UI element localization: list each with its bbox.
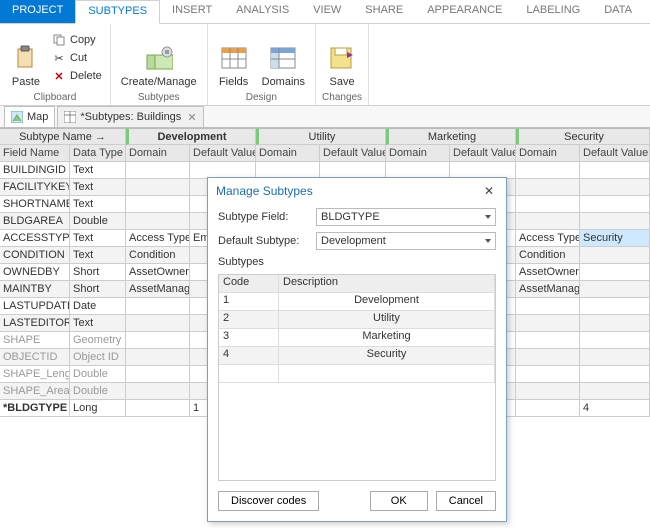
fields-icon <box>220 44 248 72</box>
col-domain-3[interactable]: Domain <box>516 145 580 162</box>
ok-button[interactable]: OK <box>370 491 428 511</box>
tab-analysis[interactable]: ANALYSIS <box>224 0 301 23</box>
tab-project[interactable]: PROJECT <box>0 0 75 23</box>
group-marketing[interactable]: Marketing <box>386 128 516 145</box>
col-domain-0[interactable]: Domain <box>126 145 190 162</box>
grid-group-header: Subtype Name → Development Utility Marke… <box>0 128 650 145</box>
tab-share[interactable]: SHARE <box>353 0 415 23</box>
ribbon-group-changes: Save Changes <box>316 24 369 105</box>
doc-tab-map-label: Map <box>27 111 48 123</box>
doc-tab-subtypes-label: *Subtypes: Buildings <box>80 111 181 123</box>
col-default-0[interactable]: Default Value <box>190 145 256 162</box>
delete-button[interactable]: ✕ Delete <box>50 68 104 84</box>
changes-group-label: Changes <box>322 90 362 105</box>
group-utility[interactable]: Utility <box>256 128 386 145</box>
dialog-title-text: Manage Subtypes <box>216 184 313 198</box>
copy-button[interactable]: Copy <box>50 32 104 48</box>
domains-label: Domains <box>262 76 305 88</box>
ribbon-group-clipboard: Paste Copy ✂ Cut ✕ Delete Clipboard <box>0 24 111 105</box>
save-label: Save <box>329 76 354 88</box>
cancel-button[interactable]: Cancel <box>436 491 496 511</box>
design-group-label: Design <box>214 90 309 105</box>
doc-tab-map[interactable]: Map <box>4 106 55 127</box>
subtypes-empty-code[interactable] <box>219 365 279 383</box>
group-development[interactable]: Development <box>126 128 256 145</box>
ribbon-group-design: Fields Domains Design <box>208 24 316 105</box>
dialog-titlebar[interactable]: Manage Subtypes ✕ <box>208 178 506 204</box>
tab-view[interactable]: VIEW <box>301 0 353 23</box>
subtypes-col-code[interactable]: Code <box>219 275 279 293</box>
paste-button[interactable]: Paste <box>6 26 46 90</box>
cut-icon: ✂ <box>52 51 66 65</box>
ribbon-body: Paste Copy ✂ Cut ✕ Delete Clipboard <box>0 24 650 106</box>
col-default-1[interactable]: Default Value <box>320 145 386 162</box>
col-default-3[interactable]: Default Value <box>580 145 650 162</box>
group-security[interactable]: Security <box>516 128 650 145</box>
table-icon <box>64 111 76 123</box>
list-item[interactable]: 1Development <box>219 293 495 311</box>
list-item[interactable]: 3Marketing <box>219 329 495 347</box>
ribbon-group-subtypes: Create/Manage Subtypes <box>111 24 208 105</box>
cut-button[interactable]: ✂ Cut <box>50 50 104 66</box>
document-tabs: Map *Subtypes: Buildings ✕ <box>0 106 650 128</box>
subtypes-section-label: Subtypes <box>218 256 496 268</box>
list-item[interactable]: 4Security <box>219 347 495 365</box>
col-field-name[interactable]: Field Name <box>0 145 70 162</box>
subtype-field-label: Subtype Field: <box>218 211 310 223</box>
manage-subtypes-dialog: Manage Subtypes ✕ Subtype Field: BLDGTYP… <box>207 177 507 522</box>
chevron-down-icon <box>485 239 491 243</box>
fields-button[interactable]: Fields <box>214 26 254 90</box>
paste-icon <box>12 44 40 72</box>
grid-column-header: Field Name Data Type Domain Default Valu… <box>0 145 650 162</box>
tab-appearance[interactable]: APPEARANCE <box>415 0 514 23</box>
tab-insert[interactable]: INSERT <box>160 0 224 23</box>
save-icon <box>328 44 356 72</box>
col-domain-2[interactable]: Domain <box>386 145 450 162</box>
subtypes-col-desc[interactable]: Description <box>279 275 495 293</box>
default-subtype-label: Default Subtype: <box>218 235 310 247</box>
domains-icon <box>269 44 297 72</box>
copy-label: Copy <box>70 34 96 46</box>
copy-icon <box>52 33 66 47</box>
subtypes-group-label: Subtypes <box>117 90 201 105</box>
subtype-field-value: BLDGTYPE <box>321 211 380 223</box>
save-button[interactable]: Save <box>322 26 362 90</box>
delete-label: Delete <box>70 70 102 82</box>
col-default-2[interactable]: Default Value <box>450 145 516 162</box>
dialog-close-icon[interactable]: ✕ <box>480 184 498 198</box>
subtypes-empty-desc[interactable] <box>279 365 495 383</box>
create-manage-label: Create/Manage <box>121 76 197 88</box>
create-manage-button[interactable]: Create/Manage <box>117 26 201 90</box>
subtypes-table: Code Description 1Development2Utility3Ma… <box>218 274 496 481</box>
ribbon-tabs: PROJECT SUBTYPES INSERT ANALYSIS VIEW SH… <box>0 0 650 24</box>
default-subtype-select[interactable]: Development <box>316 232 496 250</box>
tab-data[interactable]: DATA <box>592 0 644 23</box>
subtype-name-header: Subtype Name → <box>0 128 126 145</box>
domains-button[interactable]: Domains <box>258 26 309 90</box>
fields-label: Fields <box>219 76 248 88</box>
doc-tab-subtypes-buildings[interactable]: *Subtypes: Buildings ✕ <box>57 106 203 127</box>
delete-icon: ✕ <box>52 69 66 83</box>
default-subtype-value: Development <box>321 235 386 247</box>
paste-label: Paste <box>12 76 40 88</box>
chevron-down-icon <box>485 215 491 219</box>
col-domain-1[interactable]: Domain <box>256 145 320 162</box>
clipboard-group-label: Clipboard <box>6 90 104 105</box>
subtype-field-select[interactable]: BLDGTYPE <box>316 208 496 226</box>
create-manage-icon <box>145 44 173 72</box>
discover-codes-button[interactable]: Discover codes <box>218 491 319 511</box>
tab-labeling[interactable]: LABELING <box>514 0 592 23</box>
close-icon[interactable]: ✕ <box>187 111 196 124</box>
map-icon <box>11 111 23 123</box>
list-item[interactable]: 2Utility <box>219 311 495 329</box>
col-data-type[interactable]: Data Type <box>70 145 126 162</box>
tab-subtypes[interactable]: SUBTYPES <box>75 0 160 24</box>
cut-label: Cut <box>70 52 87 64</box>
